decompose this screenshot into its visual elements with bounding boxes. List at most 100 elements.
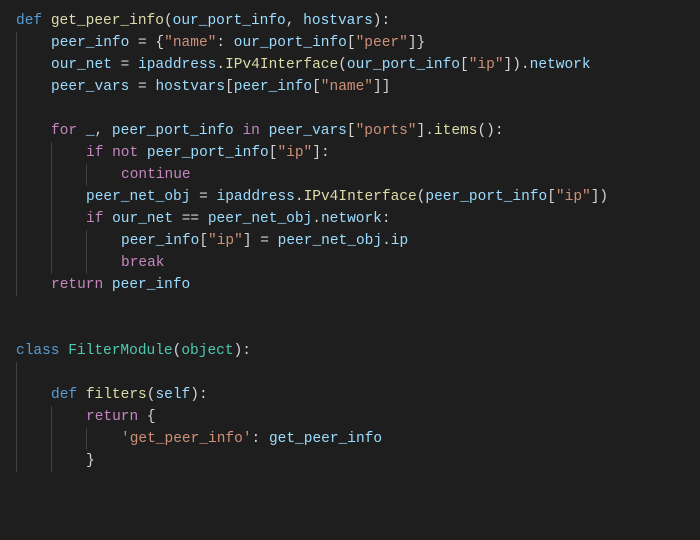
code-line: peer_info["ip"] = peer_net_obj.ip [16,230,684,252]
code-line [16,296,684,318]
token-pun: : [216,35,233,51]
indent-guide [51,142,86,164]
token-pun: [ [460,57,469,73]
token-cls: FilterModule [68,343,172,359]
token-pun: [ [547,189,556,205]
token-pun: (): [477,123,503,139]
token-pun: : [382,211,391,227]
token-pun: ]] [373,79,390,95]
token-kw2: if [86,145,112,161]
token-str: "ip" [277,145,312,161]
token-var: ipaddress [138,57,216,73]
indent-guide [16,252,51,274]
token-var: hostvars [155,79,225,95]
token-str: "ip" [208,233,243,249]
indent-guide [16,450,51,472]
indent-guide [16,120,51,142]
token-pun: = { [129,35,164,51]
token-pun: : [252,431,269,447]
indent-guide [16,98,51,120]
token-var: peer_info [234,79,312,95]
blank-line [16,299,25,315]
token-var: our_port_info [347,57,460,73]
token-var: peer_vars [269,123,347,139]
indent-guide [86,164,121,186]
token-var: peer_info [112,277,190,293]
blank-line [51,101,60,117]
code-line: return peer_info [16,274,684,296]
token-pun: } [86,453,95,469]
token-var: ip [391,233,408,249]
token-fn: IPv4Interface [304,189,417,205]
indent-guide [16,142,51,164]
token-var: peer_port_info [112,123,234,139]
indent-guide [16,428,51,450]
code-line: continue [16,164,684,186]
token-pun: . [216,57,225,73]
token-fn: filters [86,387,147,403]
token-pun: . [295,189,304,205]
token-var: peer_info [121,233,199,249]
indent-guide [51,208,86,230]
indent-guide [51,164,86,186]
token-pun: ]. [417,123,434,139]
indent-guide [86,252,121,274]
token-pun: ]) [591,189,608,205]
code-editor: def get_peer_info(our_port_info, hostvar… [0,0,700,482]
code-line [16,98,684,120]
token-pun: ] = [243,233,278,249]
token-kw: def [16,13,51,29]
token-fn: IPv4Interface [225,57,338,73]
token-str: "name" [321,79,373,95]
indent-guide [16,164,51,186]
token-pun: ): [190,387,207,403]
code-line: break [16,252,684,274]
token-pun: ]} [408,35,425,51]
token-pun: = [129,79,155,95]
token-pun: [ [225,79,234,95]
token-var: peer_port_info [147,145,269,161]
token-var: peer_net_obj [278,233,382,249]
token-pun: [ [347,35,356,51]
token-str: 'get_peer_info' [121,431,252,447]
token-var: hostvars [303,13,373,29]
code-line: if our_net == peer_net_obj.network: [16,208,684,230]
token-var: peer_vars [51,79,129,95]
code-line: return { [16,406,684,428]
indent-guide [16,208,51,230]
token-pun: ]: [312,145,329,161]
code-line: class FilterModule(object): [16,340,684,362]
code-line: 'get_peer_info': get_peer_info [16,428,684,450]
token-kw: def [51,387,86,403]
code-line: peer_net_obj = ipaddress.IPv4Interface(p… [16,186,684,208]
token-var: network [321,211,382,227]
indent-guide [16,384,51,406]
token-pun: , [286,13,303,29]
token-str: "ip" [469,57,504,73]
token-pun: [ [347,123,356,139]
token-pun: , [95,123,112,139]
token-var: our_port_info [173,13,286,29]
token-pun: . [312,211,321,227]
code-line: def get_peer_info(our_port_info, hostvar… [16,10,684,32]
token-kw2: return [86,409,147,425]
token-var: peer_port_info [425,189,547,205]
token-str: "ports" [356,123,417,139]
code-line: if not peer_port_info["ip"]: [16,142,684,164]
token-fn: items [434,123,478,139]
indent-guide [16,186,51,208]
token-var: our_net [112,211,173,227]
token-var: network [530,57,591,73]
token-var: ipaddress [217,189,295,205]
blank-line [51,365,60,381]
token-kw2: continue [121,167,191,183]
code-line: peer_vars = hostvars[peer_info["name"]] [16,76,684,98]
token-kw2: for [51,123,86,139]
indent-guide [51,252,86,274]
token-pun: = [190,189,216,205]
code-line [16,362,684,384]
token-kw: class [16,343,68,359]
token-kw2: not [112,145,147,161]
indent-guide [51,428,86,450]
indent-guide [86,428,121,450]
